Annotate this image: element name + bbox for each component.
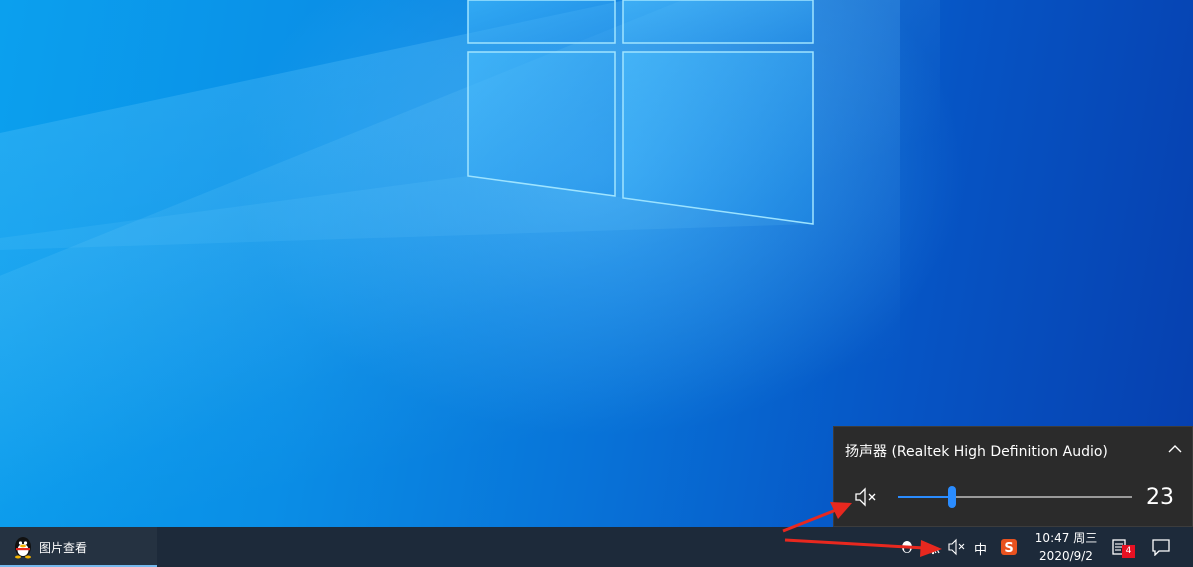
volume-slider-fill: [898, 496, 952, 498]
volume-slider-thumb[interactable]: [947, 486, 956, 508]
ime-mode-indicator[interactable]: 中: [974, 539, 987, 558]
volume-slider[interactable]: [898, 486, 1132, 508]
action-center-icon[interactable]: [1151, 538, 1171, 556]
taskbar-item-label: 图片查看: [39, 541, 88, 555]
svg-text:S: S: [1004, 541, 1013, 556]
audio-device-name[interactable]: 扬声器 (Realtek High Definition Audio): [845, 441, 1108, 461]
clock-date: 2020/9/2: [1039, 549, 1093, 563]
speaker-muted-icon[interactable]: [854, 487, 880, 507]
speaker-muted-tray-icon[interactable]: [947, 538, 967, 556]
volume-flyout: 扬声器 (Realtek High Definition Audio) 23: [833, 426, 1193, 527]
clock[interactable]: 10:47 周三 2020/9/2: [1026, 529, 1106, 565]
qq-penguin-icon: [15, 537, 31, 559]
penguin-tray-icon[interactable]: [899, 539, 915, 555]
notification-count-badge: 4: [1122, 545, 1135, 558]
taskbar: 图片查看 中 S 10:47 周三 2020/9/2: [0, 527, 1193, 567]
sogou-icon[interactable]: S: [1000, 538, 1018, 556]
chevron-up-icon[interactable]: [1166, 441, 1184, 457]
network-icon[interactable]: [924, 539, 942, 555]
clock-time: 10:47 周三: [1034, 531, 1098, 545]
taskbar-item-image-viewer[interactable]: 图片查看: [0, 527, 157, 567]
volume-value: 23: [1146, 485, 1174, 510]
